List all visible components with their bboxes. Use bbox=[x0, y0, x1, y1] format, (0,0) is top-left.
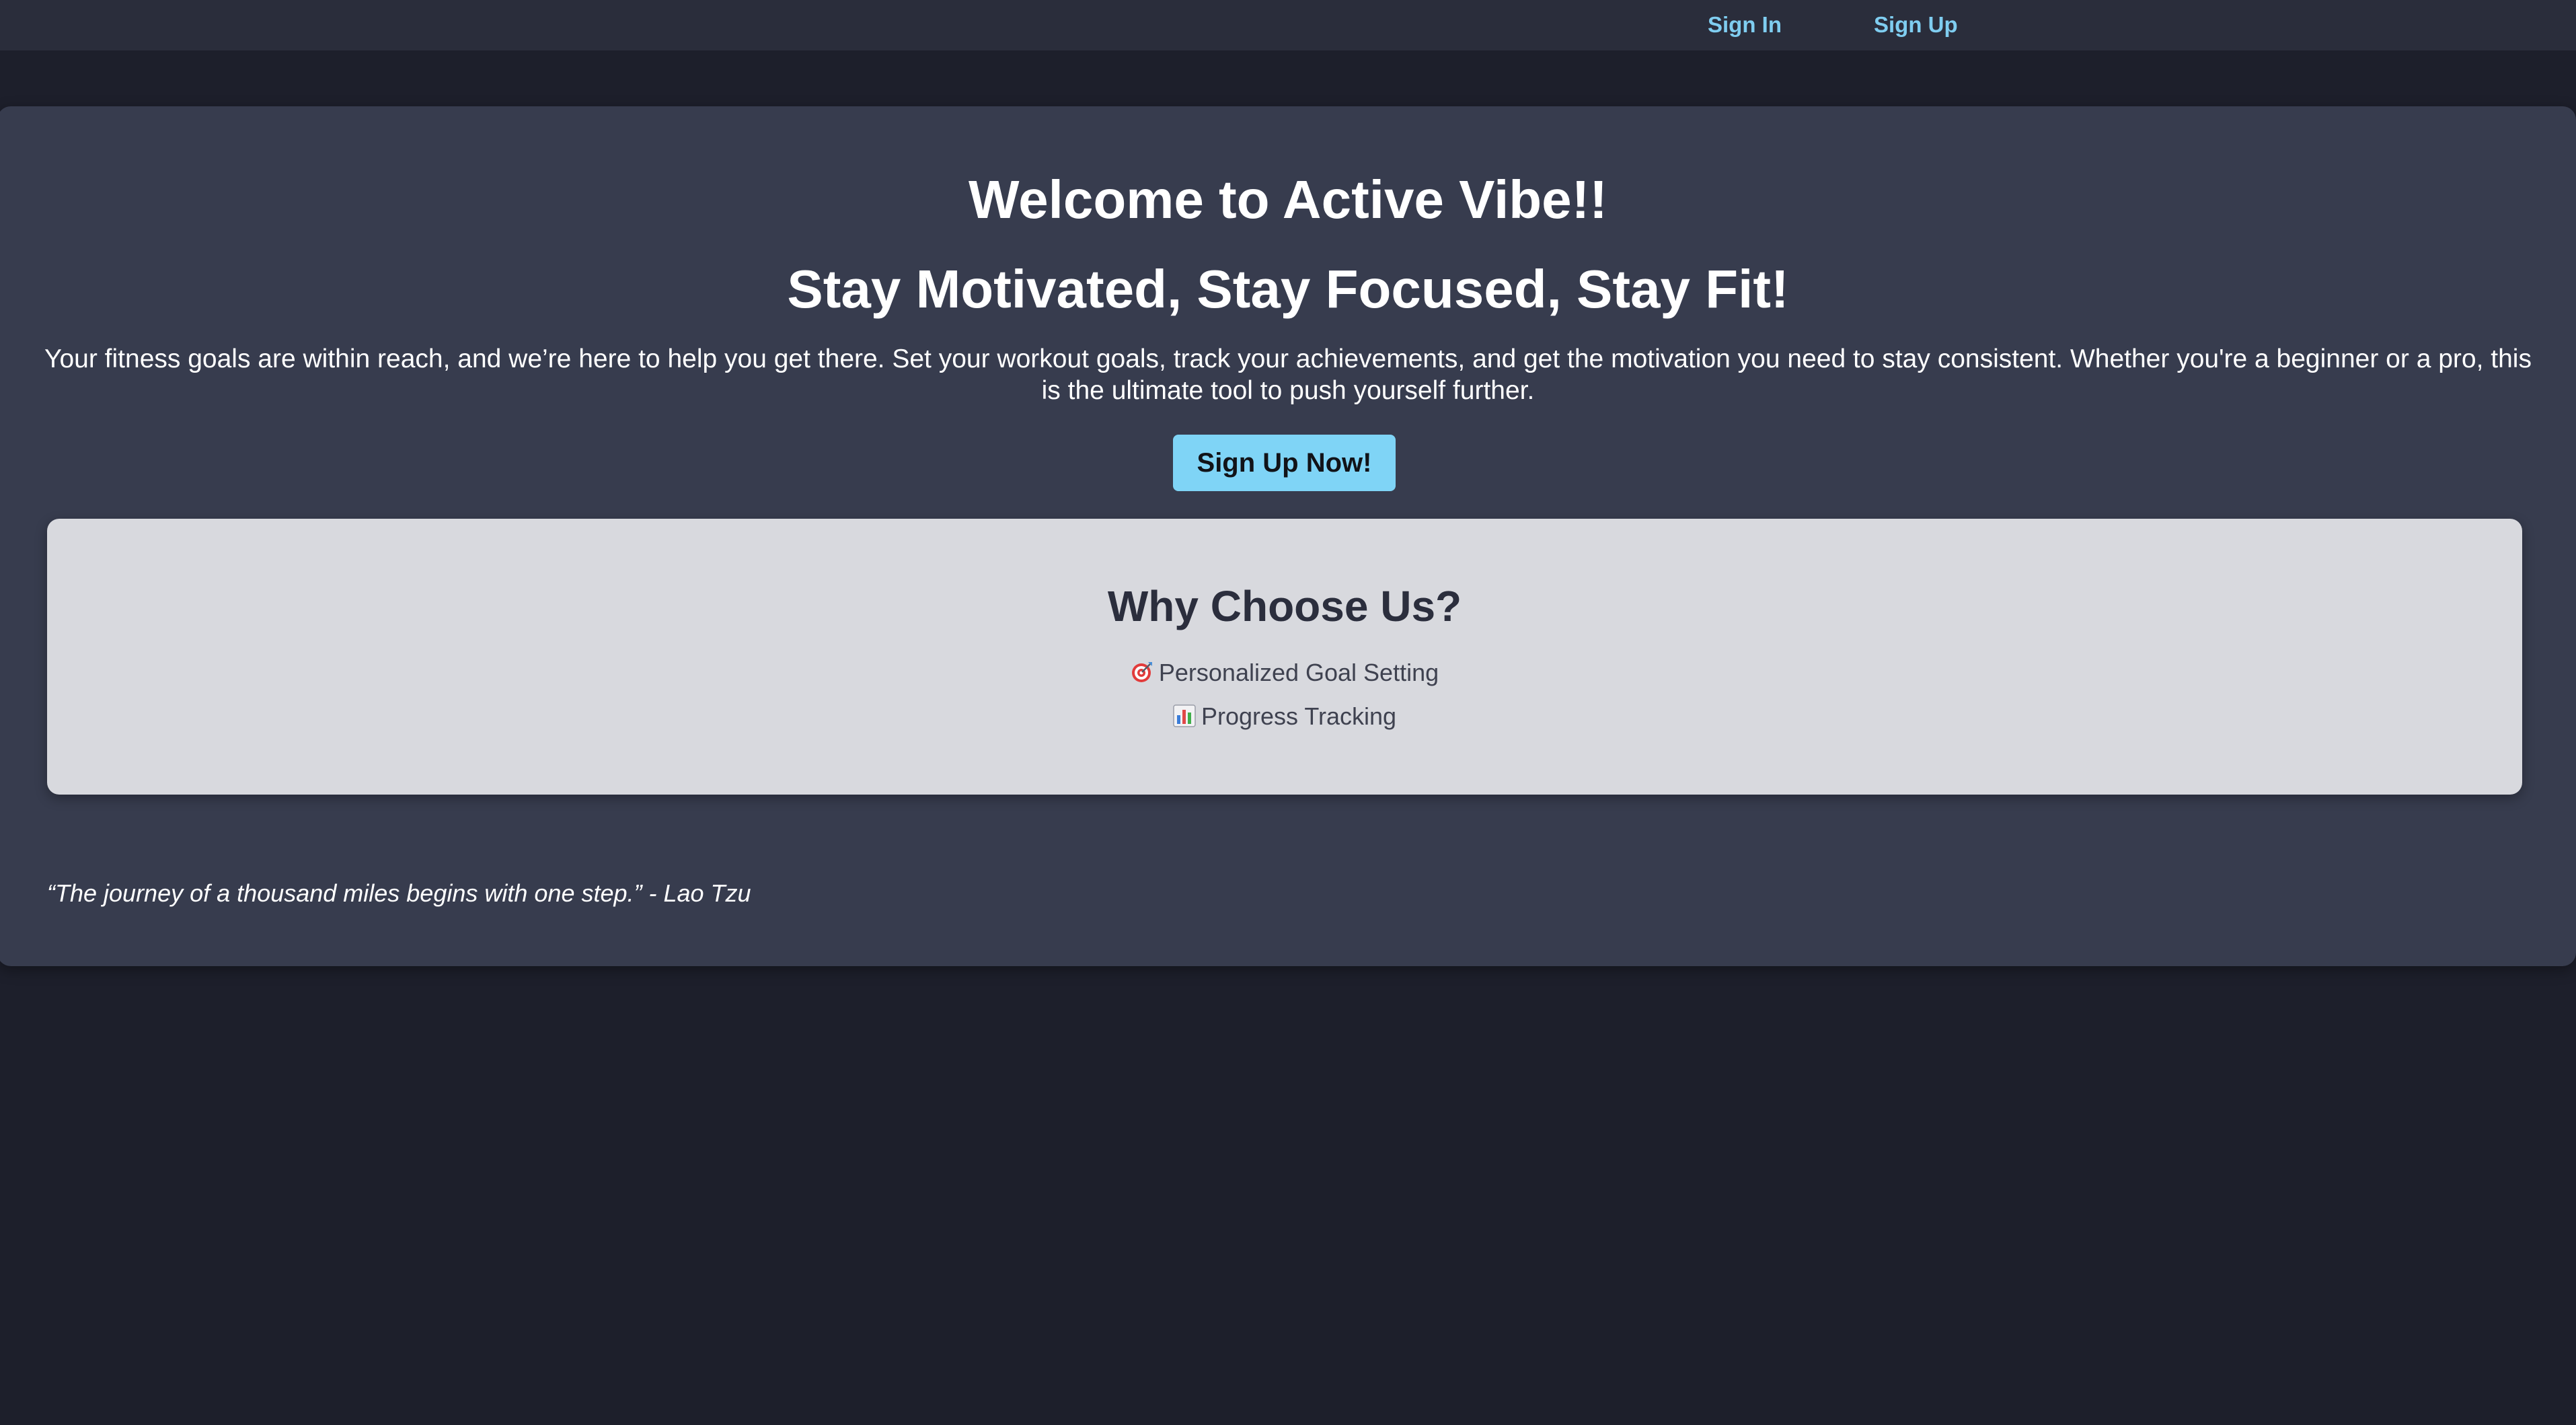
hero-description: Your fitness goals are within reach, and… bbox=[44, 344, 2532, 405]
target-icon bbox=[1131, 662, 1152, 682]
feature-item-progress-tracking: Progress Tracking bbox=[47, 702, 2522, 731]
top-nav-bar: Sign In Sign Up bbox=[0, 0, 2576, 50]
hero-subtitle: Stay Motivated, Stay Focused, Stay Fit! bbox=[787, 259, 1789, 319]
feature-item-goal-setting: Personalized Goal Setting bbox=[47, 658, 2522, 688]
hero-title: Welcome to Active Vibe!! bbox=[969, 170, 1607, 229]
sign-up-link[interactable]: Sign Up bbox=[1874, 12, 1958, 38]
feature-label: Personalized Goal Setting bbox=[1158, 659, 1439, 686]
bar-chart-icon bbox=[1173, 704, 1196, 727]
features-card: Why Choose Us? Personalized Goal Setting… bbox=[47, 519, 2522, 795]
feature-label: Progress Tracking bbox=[1201, 702, 1397, 730]
features-title: Why Choose Us? bbox=[1107, 582, 1462, 630]
sign-in-link[interactable]: Sign In bbox=[1708, 12, 1782, 38]
quote-text: “The journey of a thousand miles begins … bbox=[47, 879, 751, 907]
sign-up-now-button[interactable]: Sign Up Now! bbox=[1173, 435, 1396, 491]
